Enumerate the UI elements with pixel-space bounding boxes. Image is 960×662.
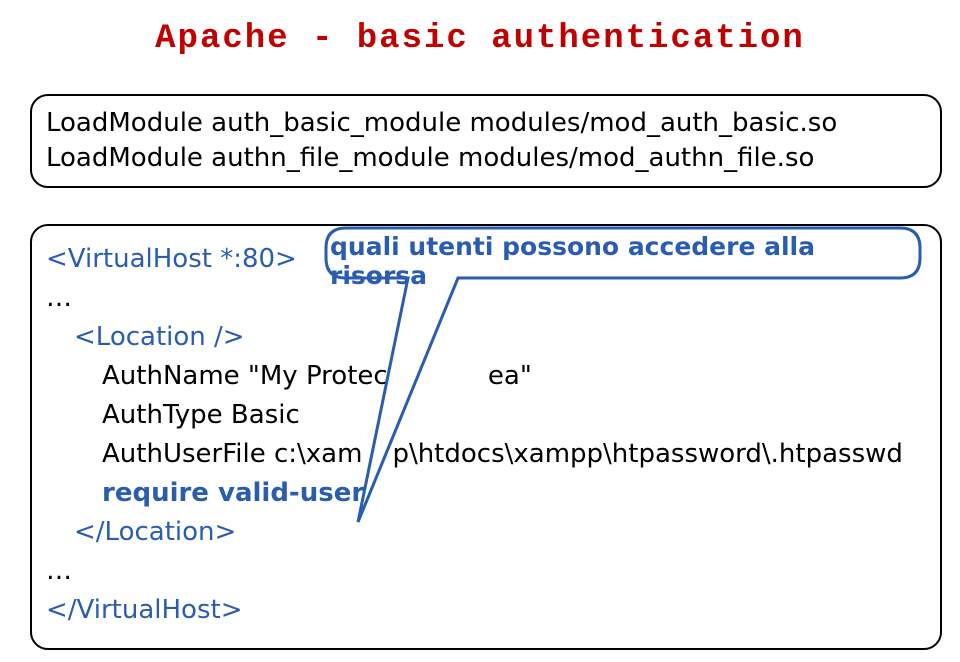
code-line: …: [46, 552, 926, 591]
code-line: LoadModule auth_basic_module modules/mod…: [46, 108, 837, 138]
code-line: </VirtualHost>: [46, 591, 926, 630]
code-box-loadmodule: LoadModule auth_basic_module modules/mod…: [30, 94, 942, 188]
slide-title: Apache - basic authentication: [0, 20, 960, 58]
slide: Apache - basic authentication LoadModule…: [0, 0, 960, 662]
callout-text: quali utenti possono accedere alla risor…: [330, 232, 910, 290]
code-line: LoadModule authn_file_module modules/mod…: [46, 143, 814, 173]
